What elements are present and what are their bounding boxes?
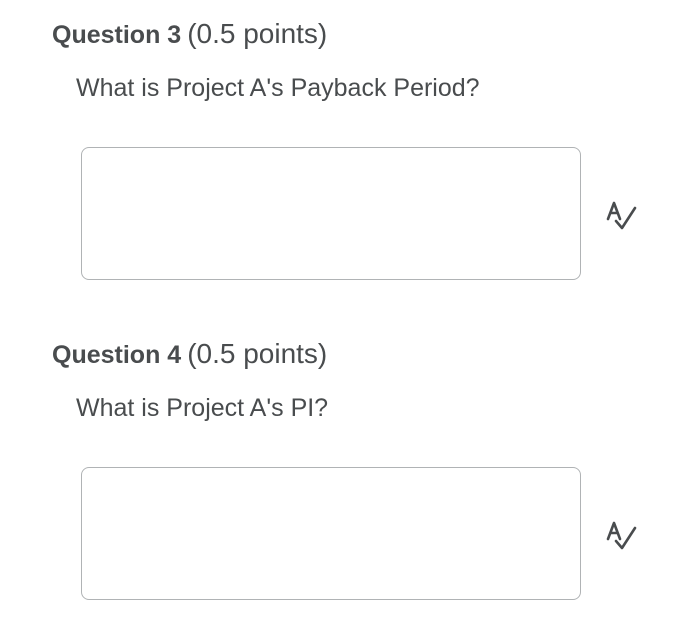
answer-input[interactable]: [81, 147, 581, 280]
spellcheck-button[interactable]: [604, 520, 638, 552]
question-header: Question 3 (0.5 points): [52, 18, 327, 50]
spellcheck-button[interactable]: [604, 200, 638, 232]
question-title: Question 3: [52, 21, 182, 49]
answer-input[interactable]: [81, 467, 581, 600]
question-points: (0.5 points): [187, 18, 328, 49]
question-header: Question 4 (0.5 points): [52, 338, 327, 370]
question-title: Question 4: [52, 341, 182, 369]
spellcheck-icon: [606, 521, 637, 550]
question-points: (0.5 points): [187, 338, 328, 369]
spellcheck-icon: [606, 201, 637, 230]
question-prompt: What is Project A's Payback Period?: [76, 74, 480, 102]
question-prompt: What is Project A's PI?: [76, 394, 329, 422]
